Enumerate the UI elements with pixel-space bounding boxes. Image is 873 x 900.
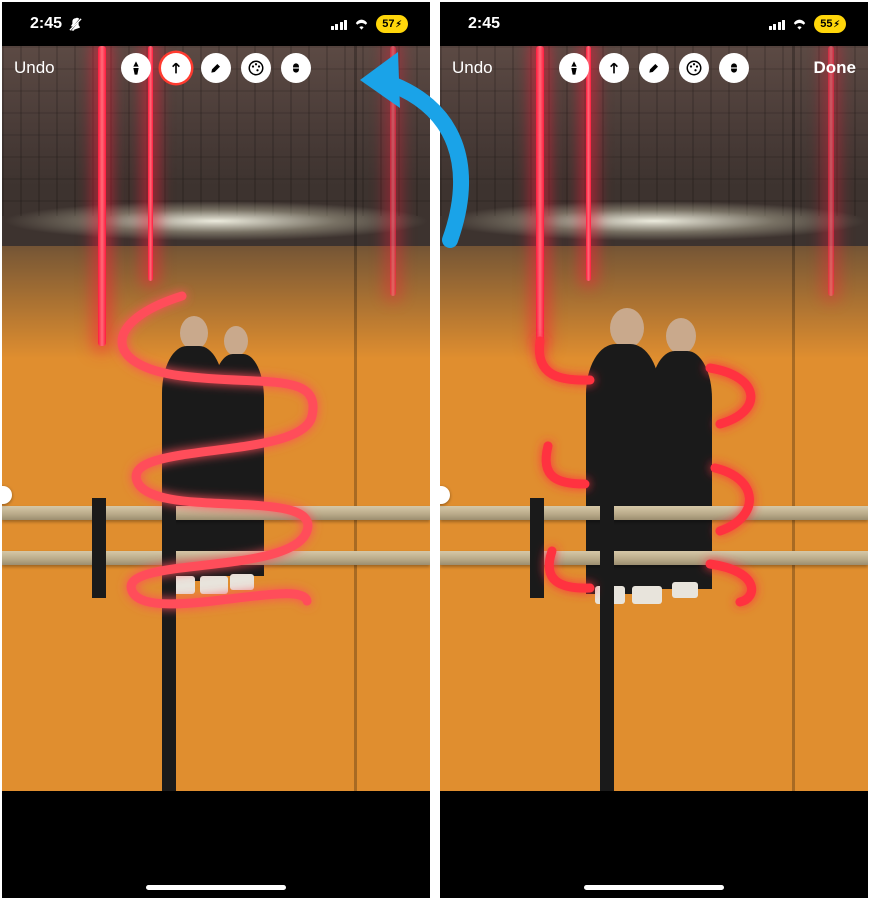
- color-palette-icon: [685, 59, 703, 77]
- status-time: 2:45: [30, 15, 62, 33]
- battery-indicator: 55⚡︎: [814, 15, 846, 33]
- cellular-signal-icon: [331, 18, 348, 30]
- undo-button[interactable]: Undo: [452, 58, 527, 78]
- highlighter-tool-icon: [646, 60, 662, 76]
- phone-screenshot-right: 2:45 55⚡︎: [440, 2, 868, 898]
- color-palette-button[interactable]: [241, 53, 271, 83]
- wifi-icon: [791, 18, 808, 30]
- brush-tool-button[interactable]: [559, 53, 589, 83]
- status-bar: 2:45 57⚡︎: [2, 2, 430, 46]
- eraser-tool-icon: [727, 61, 741, 75]
- color-palette-button[interactable]: [679, 53, 709, 83]
- highlighter-tool-button[interactable]: [639, 53, 669, 83]
- brush-size-slider[interactable]: [440, 486, 450, 504]
- charging-bolt-icon: ⚡︎: [395, 19, 401, 30]
- arrow-tool-icon: [606, 60, 622, 76]
- brush-size-slider[interactable]: [2, 486, 12, 504]
- home-indicator[interactable]: [584, 885, 724, 890]
- charging-bolt-icon: ⚡︎: [833, 19, 839, 30]
- eraser-tool-icon: [289, 61, 303, 75]
- photo-canvas[interactable]: [440, 46, 868, 791]
- done-button[interactable]: Done: [781, 58, 856, 78]
- brush-tool-button[interactable]: [121, 53, 151, 83]
- cellular-signal-icon: [769, 18, 786, 30]
- highlighter-tool-icon: [208, 60, 224, 76]
- silent-mode-icon: [68, 17, 83, 32]
- arrow-tool-icon: [168, 60, 184, 76]
- battery-percent: 55: [820, 18, 832, 30]
- undo-button[interactable]: Undo: [14, 58, 89, 78]
- eraser-tool-button[interactable]: [719, 53, 749, 83]
- battery-percent: 57: [382, 18, 394, 30]
- color-palette-icon: [247, 59, 265, 77]
- markup-toolbar: Undo: [2, 46, 430, 90]
- arrow-tool-button[interactable]: [599, 53, 629, 83]
- eraser-tool-button[interactable]: [281, 53, 311, 83]
- highlighter-tool-button[interactable]: [201, 53, 231, 83]
- brush-tool-icon: [566, 60, 582, 76]
- brush-tool-icon: [128, 60, 144, 76]
- markup-toolbar: Undo Done: [440, 46, 868, 90]
- home-indicator[interactable]: [146, 885, 286, 890]
- battery-indicator: 57⚡︎: [376, 15, 408, 33]
- phone-screenshot-left: 2:45 57⚡︎: [2, 2, 430, 898]
- status-time: 2:45: [468, 15, 500, 33]
- wifi-icon: [353, 18, 370, 30]
- photo-canvas[interactable]: [2, 46, 430, 791]
- arrow-tool-button[interactable]: [161, 53, 191, 83]
- status-bar: 2:45 55⚡︎: [440, 2, 868, 46]
